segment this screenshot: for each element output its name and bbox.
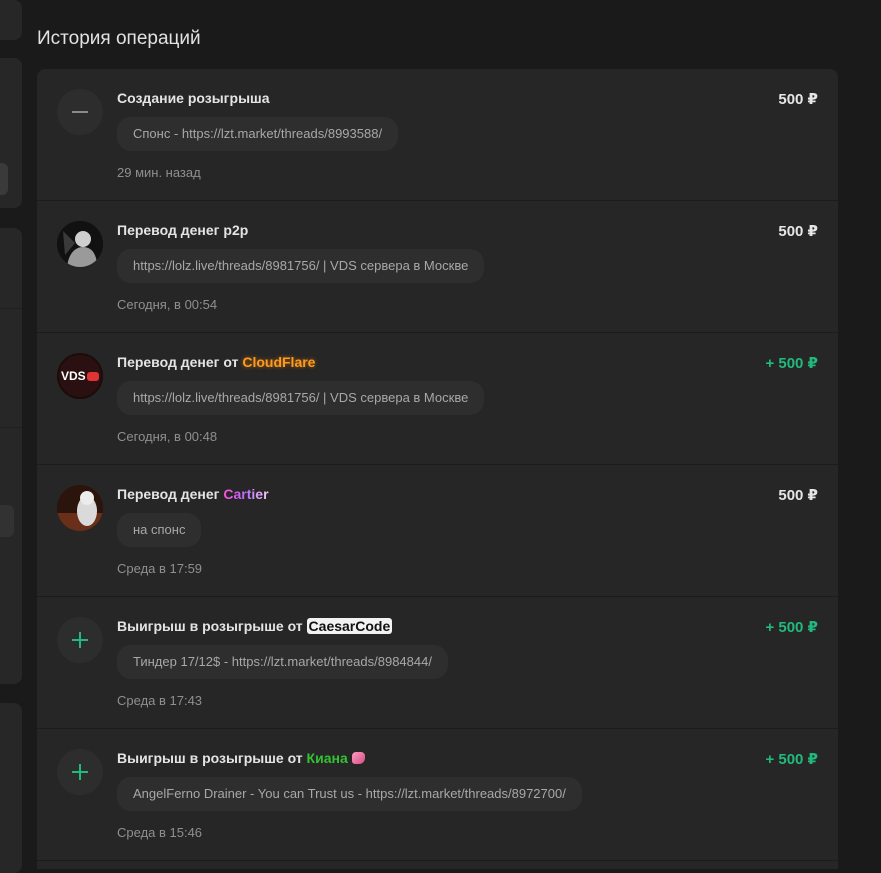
- operation-title: Создание розыгрыша: [117, 90, 270, 106]
- operation-amount: 500 ₽: [778, 223, 818, 240]
- user-link[interactable]: p2p: [223, 222, 248, 238]
- cat-avatar[interactable]: [57, 485, 103, 531]
- operation-title: Перевод денег от CloudFlare: [117, 354, 316, 370]
- operation-time: Среда в 15:46: [117, 825, 203, 840]
- operation-amount: 500 ₽: [778, 91, 818, 108]
- operation-item[interactable]: Перевод денег p2p 500 ₽ https://lolz.liv…: [37, 201, 838, 333]
- operation-item[interactable]: Перевод денег Cartier 500 ₽ на спонс Сре…: [37, 465, 838, 597]
- user-link[interactable]: Киана: [307, 750, 348, 766]
- operation-title: Перевод денег Cartier: [117, 486, 269, 502]
- operation-title: Выигрыш в розыгрыше от CaesarCode: [117, 618, 393, 634]
- operation-item[interactable]: Выигрыш в розыгрыше от Киана + 500 ₽ Ang…: [37, 729, 838, 861]
- operation-time: 29 мин. назад: [117, 165, 201, 180]
- operation-amount: + 500 ₽: [765, 355, 818, 372]
- sidebar-chip[interactable]: [0, 163, 8, 195]
- svg-text:VDS: VDS: [61, 369, 86, 383]
- operations-list: Создание розыгрыша 500 ₽ Спонс - https:/…: [37, 69, 838, 869]
- operation-time: Сегодня, в 00:54: [117, 297, 218, 312]
- sidebar-panel[interactable]: [0, 703, 22, 873]
- operation-title: Выигрыш в розыгрыше от Киана: [117, 750, 365, 766]
- operation-time: Среда в 17:43: [117, 693, 203, 708]
- operation-amount: + 500 ₽: [765, 751, 818, 768]
- sidebar-panel[interactable]: [0, 0, 22, 40]
- operation-time: Среда в 17:59: [117, 561, 203, 576]
- sidebar-chip[interactable]: [0, 505, 14, 537]
- plus-icon: [57, 617, 103, 663]
- left-sidebar: [0, 0, 22, 873]
- operation-title: Перевод денег p2p: [117, 222, 249, 238]
- operation-comment: https://lolz.live/threads/8981756/ | VDS…: [117, 381, 485, 415]
- user-link[interactable]: CaesarCode: [306, 618, 393, 634]
- operation-comment: https://lolz.live/threads/8981756/ | VDS…: [117, 249, 485, 283]
- operation-amount: 500 ₽: [778, 487, 818, 504]
- user-avatar[interactable]: [57, 221, 103, 267]
- operation-comment: Тиндер 17/12$ - https://lzt.market/threa…: [117, 645, 448, 679]
- sidebar-panel[interactable]: [0, 228, 22, 684]
- page-title: История операций: [37, 28, 201, 49]
- plus-icon: [57, 749, 103, 795]
- sidebar-divider: [0, 427, 22, 428]
- operation-comment: на спонс: [117, 513, 202, 547]
- operation-item[interactable]: VDS Перевод денег от CloudFlare + 500 ₽ …: [37, 333, 838, 465]
- sidebar-divider: [0, 308, 22, 309]
- operation-comment: Спонс - https://lzt.market/threads/89935…: [117, 117, 399, 151]
- minus-icon: [57, 89, 103, 135]
- operation-item[interactable]: Выигрыш в розыгрыше от CaesarCode + 500 …: [37, 597, 838, 729]
- operation-amount: + 500 ₽: [765, 619, 818, 636]
- user-link[interactable]: CloudFlare: [242, 354, 315, 370]
- operation-time: Сегодня, в 00:48: [117, 429, 218, 444]
- operation-item[interactable]: Создание розыгрыша 500 ₽ Спонс - https:/…: [37, 69, 838, 201]
- vds-logo-avatar[interactable]: VDS: [57, 353, 103, 399]
- fist-emoji-icon: [351, 752, 365, 764]
- user-link[interactable]: Cartier: [223, 486, 268, 502]
- operation-comment: AngelFerno Drainer - You can Trust us - …: [117, 777, 582, 811]
